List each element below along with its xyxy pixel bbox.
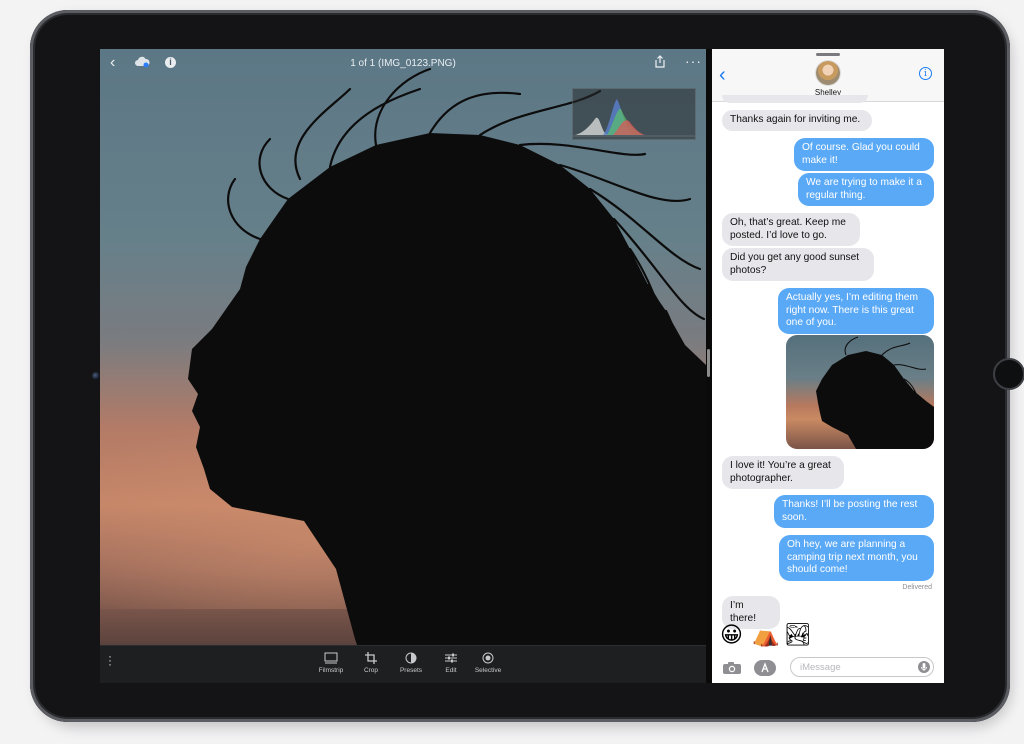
message-bubble-incoming[interactable]: Oh, that’s great. Keep me posted. I’d lo…: [722, 213, 860, 246]
message-bubble-incoming[interactable]: Thanks again for inviting me.: [722, 110, 872, 131]
input-placeholder: iMessage: [800, 662, 841, 673]
more-options-icon[interactable]: ···: [685, 53, 702, 69]
photo-title: 1 of 1 (IMG_0123.PNG): [350, 58, 456, 69]
histogram-chart: [573, 99, 695, 137]
filmstrip-icon: [324, 652, 338, 664]
photo-editor-app: ‹ i 1 of 1 (IMG_0123.PNG) ··· · · · Film…: [100, 49, 706, 683]
ipad-screen: ‹ i 1 of 1 (IMG_0123.PNG) ··· · · · Film…: [100, 49, 944, 683]
app-store-icon[interactable]: [754, 660, 776, 676]
split-view-handle[interactable]: [707, 349, 710, 377]
tent-emoji[interactable]: ⛺: [752, 623, 779, 649]
presets-icon: [405, 652, 417, 664]
previous-bubble-edge: [722, 95, 868, 103]
contact-avatar[interactable]: [816, 61, 840, 85]
side-menu-icon[interactable]: · · ·: [108, 650, 112, 670]
silhouette-thumbnail: [816, 336, 934, 449]
tool-selective[interactable]: Selective: [463, 652, 513, 674]
message-input-bar: iMessage: [712, 653, 944, 683]
home-button[interactable]: [993, 358, 1024, 390]
photo-top-bar: ‹ i 1 of 1 (IMG_0123.PNG) ···: [100, 49, 706, 79]
message-bubble-outgoing[interactable]: We are trying to make it a regular thing…: [798, 173, 934, 206]
tool-label: Selective: [474, 667, 502, 674]
share-icon[interactable]: [654, 55, 666, 71]
front-camera: [92, 372, 100, 380]
selective-icon: [482, 652, 494, 664]
message-bubble-outgoing[interactable]: Oh hey, we are planning a camping trip n…: [779, 535, 934, 581]
histogram-panel: [572, 88, 696, 140]
shared-photo-bubble[interactable]: [786, 335, 934, 449]
message-bubble-outgoing[interactable]: Thanks! I’ll be posting the rest soon.: [774, 495, 934, 528]
camera-icon[interactable]: [722, 661, 742, 680]
slide-over-grabber[interactable]: [816, 53, 840, 56]
back-chevron-icon[interactable]: ‹: [719, 65, 726, 85]
message-bubble-incoming[interactable]: I love it! You’re a great photographer.: [722, 456, 844, 489]
photo-tool-bar: · · · Filmstrip Crop Presets Edit Selectiv…: [100, 645, 706, 683]
message-bubble-incoming[interactable]: Did you get any good sunset photos?: [722, 248, 874, 281]
grinning-face-emoji[interactable]: 😀: [720, 623, 743, 649]
delivered-status: Delivered: [902, 584, 932, 591]
info-icon[interactable]: i: [919, 67, 932, 80]
crop-icon: [365, 652, 377, 664]
imessage-input[interactable]: iMessage: [790, 657, 934, 677]
microphone-icon[interactable]: [918, 661, 930, 673]
silhouette-photo: [100, 67, 706, 683]
sliders-icon: [445, 653, 457, 663]
message-bubble-outgoing[interactable]: Actually yes, I’m editing them right now…: [778, 288, 934, 334]
national-park-emoji[interactable]: 🏞: [784, 623, 812, 649]
message-bubble-outgoing[interactable]: Of course. Glad you could make it!: [794, 138, 934, 171]
messages-app: ‹ Shelley i Thanks again for inviting me…: [712, 49, 944, 683]
